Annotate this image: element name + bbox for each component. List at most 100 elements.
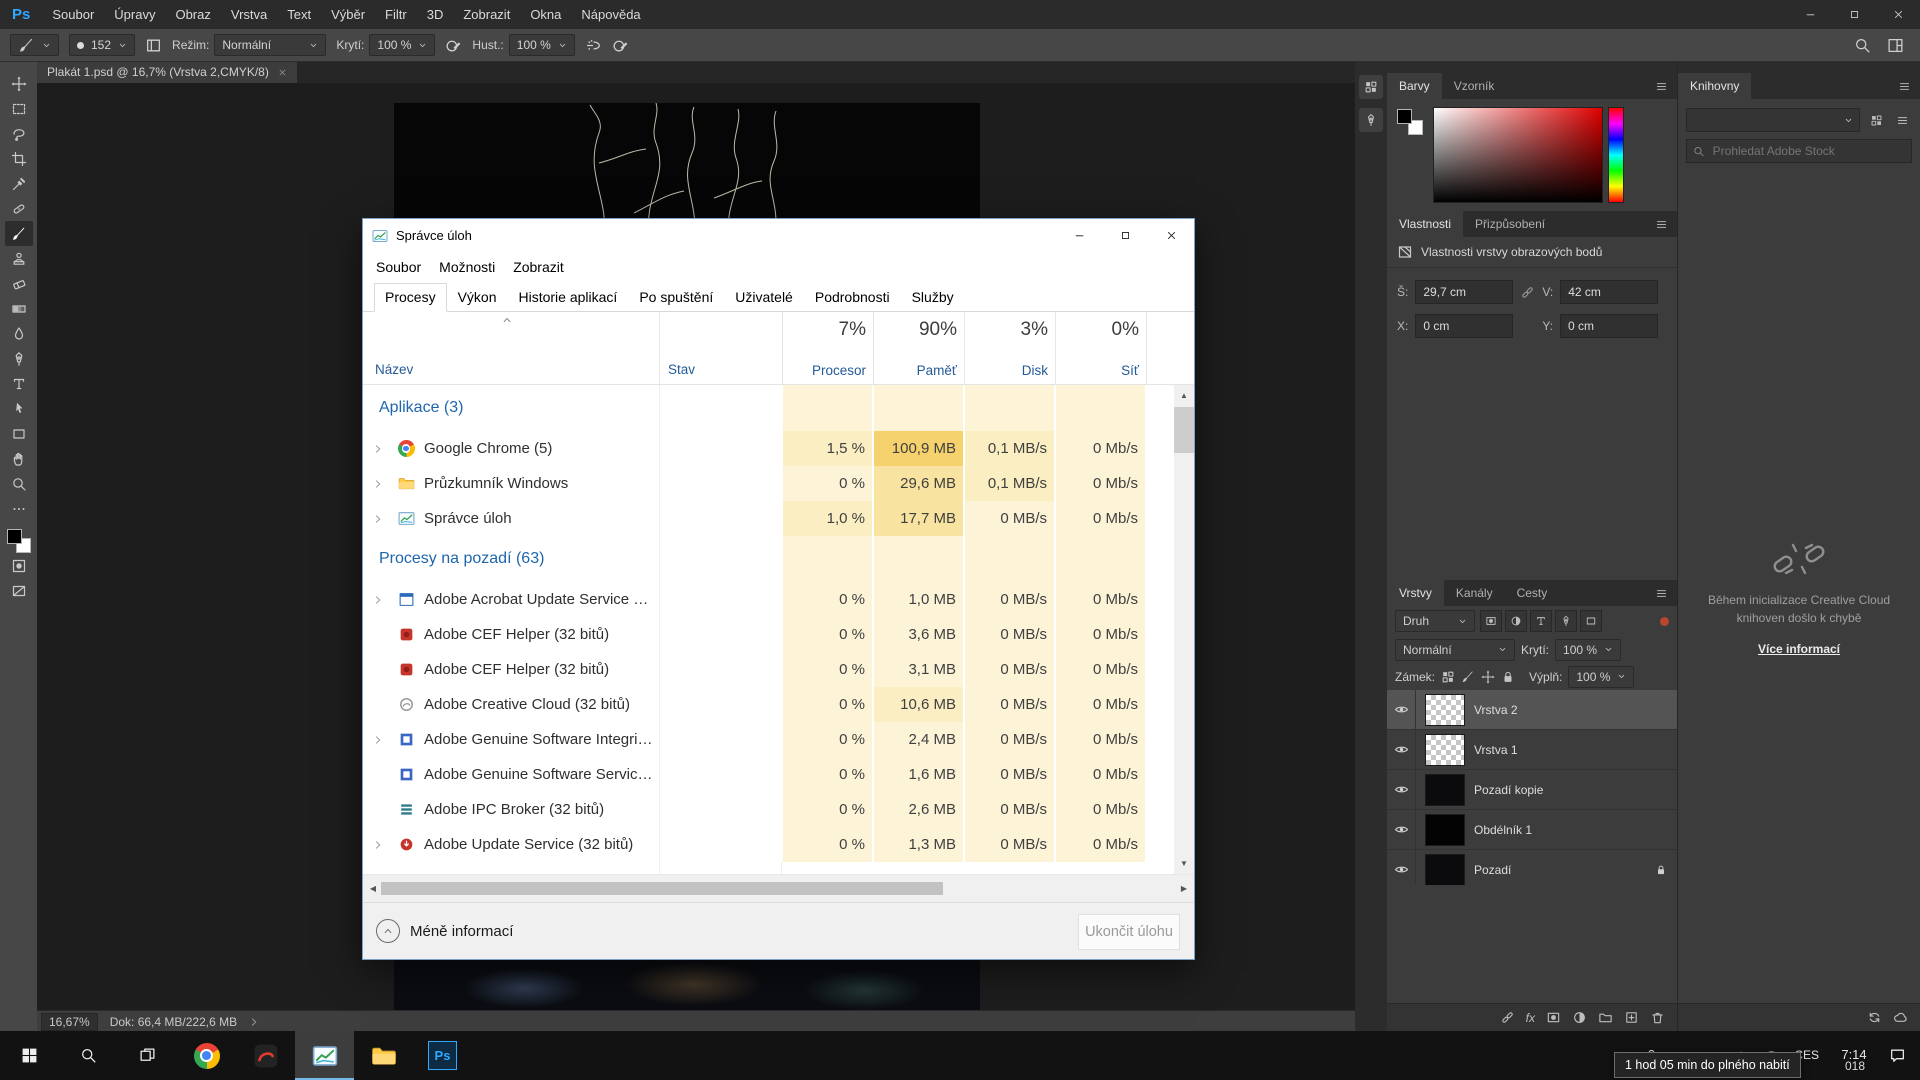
brush-panel-toggle[interactable] — [145, 37, 162, 54]
tool-preset-picker[interactable] — [10, 34, 59, 56]
layer-visibility-toggle[interactable] — [1387, 810, 1416, 849]
hue-slider[interactable] — [1608, 107, 1624, 203]
layer-thumbnail[interactable] — [1425, 854, 1465, 886]
column-status[interactable]: Stav — [659, 312, 782, 384]
more-info-link[interactable]: Více informací — [1758, 640, 1840, 658]
layer-thumbnail[interactable] — [1425, 814, 1465, 846]
taskbar-task-manager-button[interactable] — [295, 1031, 354, 1080]
taskbar-start-button[interactable] — [0, 1031, 59, 1080]
flow-select[interactable]: 100 % — [509, 34, 575, 56]
lock-pixels-icon[interactable] — [1461, 670, 1475, 684]
tm-menu-zobrazit[interactable]: Zobrazit — [504, 259, 573, 275]
tab-procesy[interactable]: Procesy — [374, 283, 447, 312]
task-manager-titlebar[interactable]: Správce úloh — [363, 219, 1194, 252]
layer-row-vrstva-2[interactable]: Vrstva 2 — [1387, 690, 1677, 730]
tab-kanaly[interactable]: Kanály — [1444, 580, 1505, 606]
column-name[interactable]: Název — [363, 312, 659, 384]
tab-knihovny[interactable]: Knihovny — [1678, 73, 1751, 99]
link-dimensions-icon[interactable] — [1520, 285, 1535, 300]
group-row-procesy-na-pozadi-63[interactable]: Procesy na pozadí (63) — [363, 536, 1194, 582]
expand-chevron-icon[interactable] — [363, 735, 397, 745]
tab-sluzby[interactable]: Služby — [901, 283, 965, 312]
taskbar-photoshop-button[interactable]: Ps — [413, 1031, 472, 1080]
process-row-adobe-genuine-software-servic[interactable]: Adobe Genuine Software Servic… 0 %1,6 MB… — [363, 757, 1194, 792]
height-field[interactable]: 42 cm — [1560, 280, 1658, 304]
action-center-icon[interactable] — [1889, 1047, 1906, 1064]
layer-thumbnail[interactable] — [1425, 774, 1465, 806]
pixel-layers-filter-icon[interactable] — [1480, 610, 1502, 632]
width-field[interactable]: 29,7 cm — [1415, 280, 1513, 304]
expand-chevron-icon[interactable] — [363, 840, 397, 850]
less-info-label[interactable]: Méně informací — [410, 923, 513, 940]
maximize-button[interactable] — [1102, 219, 1148, 252]
taskbar-file-explorer-button[interactable] — [354, 1031, 413, 1080]
column-disk[interactable]: 3% Disk — [964, 312, 1055, 384]
expand-chevron-icon[interactable] — [363, 514, 397, 524]
tool-crop[interactable] — [5, 146, 33, 171]
layer-style-icon[interactable]: fx — [1526, 1011, 1535, 1025]
tab-vrstvy[interactable]: Vrstvy — [1387, 580, 1444, 606]
column-pamet[interactable]: 90% Paměť — [873, 312, 964, 384]
sync-icon[interactable] — [1867, 1010, 1882, 1025]
brush-size-picker[interactable]: 152 — [69, 34, 135, 56]
menu-vrstva[interactable]: Vrstva — [221, 7, 277, 22]
menu-vyber[interactable]: Výběr — [321, 7, 375, 22]
maximize-button[interactable] — [1832, 0, 1876, 29]
group-row-aplikace-3[interactable]: Aplikace (3) — [363, 385, 1194, 431]
delete-layer-icon[interactable] — [1650, 1010, 1665, 1025]
menu-okna[interactable]: Okna — [520, 7, 571, 22]
foreground-color-swatch[interactable] — [7, 529, 22, 544]
tab-barvy[interactable]: Barvy — [1387, 73, 1442, 99]
type-layers-filter-icon[interactable] — [1530, 610, 1552, 632]
scrollbar-thumb[interactable] — [1174, 407, 1194, 453]
layer-filter-select[interactable]: Druh — [1395, 610, 1475, 632]
foreground-background-swatches[interactable] — [1397, 109, 1423, 135]
scroll-down-button[interactable]: ▼ — [1174, 853, 1194, 874]
expand-chevron-icon[interactable] — [363, 479, 397, 489]
layer-thumbnail[interactable] — [1425, 694, 1465, 726]
panel-menu-button[interactable] — [1889, 73, 1920, 99]
layer-mask-icon[interactable] — [1546, 1010, 1561, 1025]
collapsed-panel-grid-button[interactable] — [1359, 75, 1383, 99]
tool-brush[interactable] — [5, 221, 33, 246]
quick-mask-button[interactable] — [5, 553, 33, 578]
tool-eyedropper[interactable] — [5, 171, 33, 196]
chevron-right-icon[interactable] — [249, 1017, 259, 1027]
panel-menu-button[interactable] — [1646, 211, 1677, 237]
menu-text[interactable]: Text — [277, 7, 321, 22]
tab-podrobnosti[interactable]: Podrobnosti — [804, 283, 901, 312]
layer-visibility-toggle[interactable] — [1387, 770, 1416, 809]
tool-lasso[interactable] — [5, 121, 33, 146]
vertical-scrollbar[interactable]: ▲ ▼ — [1174, 385, 1194, 874]
tool-type[interactable] — [5, 371, 33, 396]
process-row-adobe-ipc-broker-32-bitu[interactable]: Adobe IPC Broker (32 bitů) 0 %2,6 MB0 MB… — [363, 792, 1194, 827]
lock-all-icon[interactable] — [1501, 670, 1515, 684]
tool-dots[interactable] — [5, 496, 33, 521]
lock-position-icon[interactable] — [1481, 670, 1495, 684]
process-row-pruzkumnik-windows[interactable]: Průzkumník Windows 0 %29,6 MB0,1 MB/s0 M… — [363, 466, 1194, 501]
column-procesor[interactable]: 7% Procesor — [782, 312, 873, 384]
tool-stamp[interactable] — [5, 246, 33, 271]
foreground-background-swatches[interactable] — [7, 529, 31, 553]
cloud-icon[interactable] — [1893, 1010, 1908, 1025]
taskbar-task-view-button[interactable] — [118, 1031, 177, 1080]
tab-vykon[interactable]: Výkon — [447, 283, 508, 312]
zoom-level-field[interactable]: 16,67% — [41, 1013, 98, 1031]
layer-visibility-toggle[interactable] — [1387, 730, 1416, 769]
close-icon[interactable] — [278, 68, 287, 77]
menu-3d[interactable]: 3D — [417, 7, 454, 22]
blend-mode-select[interactable]: Normální — [214, 34, 326, 56]
panel-menu-button[interactable] — [1646, 73, 1677, 99]
layer-fill-select[interactable]: 100 % — [1568, 666, 1634, 688]
tool-hand[interactable] — [5, 446, 33, 471]
layer-visibility-toggle[interactable] — [1387, 850, 1416, 889]
tool-zoom[interactable] — [5, 471, 33, 496]
process-row-spravce-uloh[interactable]: Správce úloh 1,0 %17,7 MB0 MB/s0 Mb/s — [363, 501, 1194, 536]
airbrush-toggle[interactable] — [585, 37, 602, 54]
layer-blend-mode-select[interactable]: Normální — [1395, 639, 1515, 661]
filter-toggle[interactable] — [1660, 617, 1669, 626]
tool-blur[interactable] — [5, 321, 33, 346]
smart-object-filter-icon[interactable] — [1580, 610, 1602, 632]
expand-chevron-icon[interactable] — [363, 444, 397, 454]
tool-pathsel[interactable] — [5, 396, 33, 421]
